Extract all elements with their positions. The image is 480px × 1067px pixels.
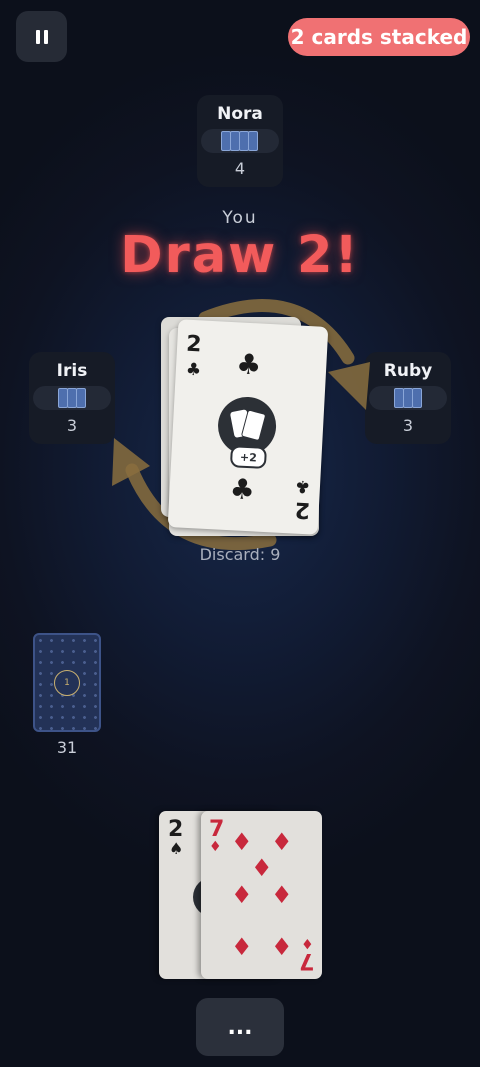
- diamond-suit-icon: ♦: [231, 828, 253, 856]
- club-suit-icon: ♣: [235, 347, 263, 382]
- spade-suit-icon: ♠: [169, 839, 184, 858]
- deck-emblem: 1: [54, 670, 80, 696]
- club-suit-icon: ♣: [185, 359, 202, 381]
- discard-count-label: Discard: 9: [199, 545, 281, 564]
- card-rank: 2: [185, 331, 203, 358]
- more-options-button[interactable]: ...: [196, 998, 284, 1056]
- diamond-suit-icon: ♦: [209, 839, 222, 855]
- diamond-suit-icon: ♦: [231, 933, 253, 961]
- club-suit-icon: ♣: [228, 472, 256, 507]
- draw-two-badge: +2: [229, 445, 267, 469]
- card-rank: 2: [293, 496, 311, 523]
- diamond-suit-icon: ♦: [271, 933, 293, 961]
- hand-card-7-diamonds[interactable]: 7 ♦ ♦ ♦ ♦ ♦ ♦ ♦ ♦ ♦ 7: [201, 811, 322, 979]
- diamond-suit-icon: ♦: [231, 881, 253, 909]
- diamond-suit-icon: ♦: [271, 828, 293, 856]
- diamond-suit-icon: ♦: [271, 881, 293, 909]
- draw-pile-count: 31: [56, 738, 78, 757]
- club-suit-icon: ♣: [294, 475, 311, 497]
- card-rank: 7: [298, 948, 314, 973]
- discard-top-card: 2 ♣ ♣ +2 ♣ ♣ 2: [167, 319, 329, 535]
- diamond-suit-icon: ♦: [251, 854, 273, 882]
